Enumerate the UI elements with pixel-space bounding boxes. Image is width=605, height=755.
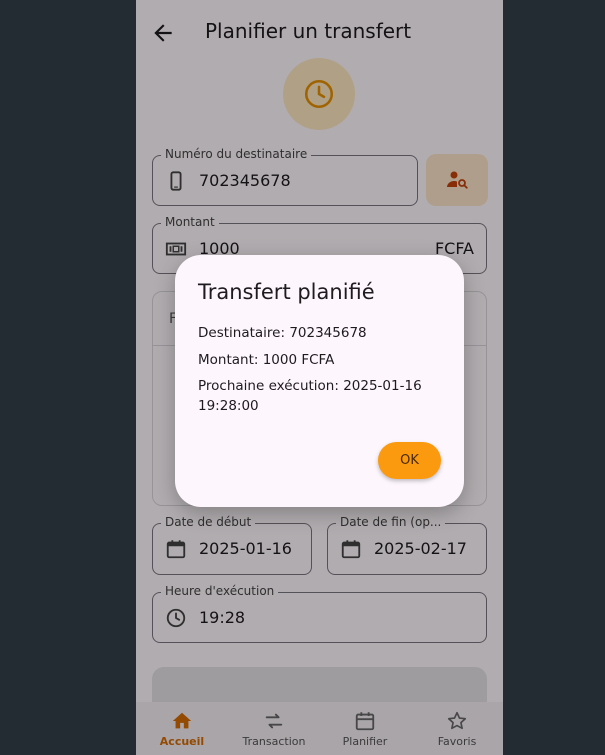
dialog-title: Transfert planifié — [198, 280, 375, 304]
dialog-next-run: Prochaine exécution: 2025-01-16 19:28:00 — [198, 378, 422, 414]
dialog-amount: Montant: 1000 FCFA — [198, 352, 335, 368]
dialog-recipient: Destinataire: 702345678 — [198, 325, 367, 341]
ok-button[interactable]: OK — [378, 442, 441, 479]
confirmation-dialog: Transfert planifié Destinataire: 7023456… — [175, 255, 464, 507]
